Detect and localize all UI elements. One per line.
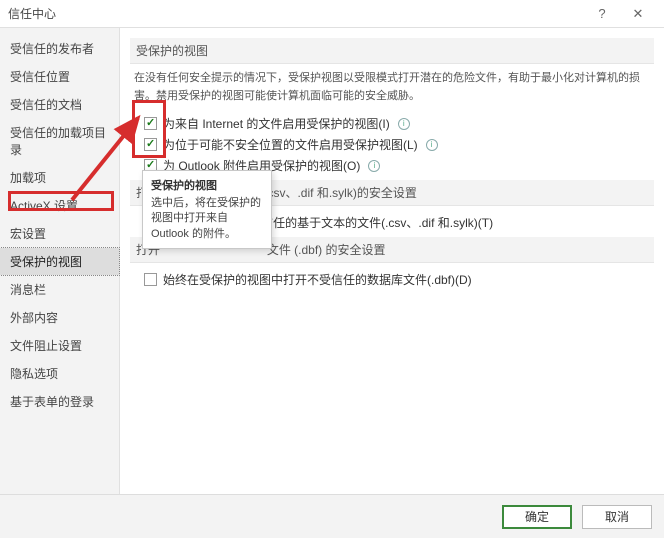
info-icon[interactable]: i xyxy=(426,139,438,151)
ok-button[interactable]: 确定 xyxy=(502,505,572,529)
checkbox-dbf[interactable] xyxy=(144,273,157,286)
sidebar-item-external-content[interactable]: 外部内容 xyxy=(0,304,119,331)
content: 受保护的视图 在没有任何安全提示的情况下，受保护视图以受限模式打开潜在的危险文件… xyxy=(120,28,664,494)
sidebar-item-privacy-options[interactable]: 隐私选项 xyxy=(0,360,119,387)
tooltip: 受保护的视图 选中后，将在受保护的视图中打开来自 Outlook 的附件。 xyxy=(142,170,272,249)
help-button[interactable]: ? xyxy=(584,6,620,21)
sidebar-item-trusted-documents[interactable]: 受信任的文档 xyxy=(0,91,119,118)
checkbox-label: 受信任的基于文本的文件(.csv、.dif 和.sylk)(T) xyxy=(249,214,493,231)
sidebar-item-activex-settings[interactable]: ActiveX 设置 xyxy=(0,192,119,219)
checkbox-label: 为来自 Internet 的文件启用受保护的视图(I) xyxy=(163,115,390,132)
intro-text: 在没有任何安全提示的情况下，受保护视图以受限模式打开潜在的危险文件，有助于最小化… xyxy=(130,70,654,105)
main: 受信任的发布者 受信任位置 受信任的文档 受信任的加载项目录 加载项 Activ… xyxy=(0,28,664,494)
titlebar: 信任中心 ? ✕ xyxy=(0,0,664,28)
sidebar: 受信任的发布者 受信任位置 受信任的文档 受信任的加载项目录 加载项 Activ… xyxy=(0,28,120,494)
checkbox-label: 始终在受保护的视图中打开不受信任的数据库文件(.dbf)(D) xyxy=(163,271,472,288)
checkbox-unsafe-location[interactable] xyxy=(144,138,157,151)
sidebar-item-trusted-locations[interactable]: 受信任位置 xyxy=(0,63,119,90)
sidebar-item-protected-view[interactable]: 受保护的视图 xyxy=(0,248,119,275)
sidebar-item-trusted-publishers[interactable]: 受信任的发布者 xyxy=(0,35,119,62)
sidebar-item-macro-settings[interactable]: 宏设置 xyxy=(0,220,119,247)
heading2-suffix: 的安全设置 xyxy=(357,186,417,200)
sidebar-item-file-block-settings[interactable]: 文件阻止设置 xyxy=(0,332,119,359)
sidebar-item-form-based-signin[interactable]: 基于表单的登录 xyxy=(0,388,119,415)
heading2-filetypes: (.csv、.dif 和.sylk) xyxy=(260,186,357,200)
info-icon[interactable]: i xyxy=(398,118,410,130)
close-button[interactable]: ✕ xyxy=(620,6,656,22)
heading3-text: 文件 (.dbf) 的安全设置 xyxy=(267,243,386,257)
checkbox-label: 为位于可能不安全位置的文件启用受保护视图(L) xyxy=(163,136,418,153)
checkbox-row-internet: 为来自 Internet 的文件启用受保护的视图(I) i xyxy=(130,113,654,134)
checkbox-internet[interactable] xyxy=(144,117,157,130)
window-title: 信任中心 xyxy=(8,5,584,22)
info-icon[interactable]: i xyxy=(368,160,380,172)
cancel-button[interactable]: 取消 xyxy=(582,505,652,529)
footer: 确定 取消 xyxy=(0,494,664,538)
tooltip-title: 受保护的视图 xyxy=(151,177,263,193)
sidebar-item-message-bar[interactable]: 消息栏 xyxy=(0,276,119,303)
section-heading-protected-view: 受保护的视图 xyxy=(130,38,654,64)
checkbox-row-dbf: 始终在受保护的视图中打开不受信任的数据库文件(.dbf)(D) xyxy=(130,269,654,290)
sidebar-item-addins[interactable]: 加载项 xyxy=(0,164,119,191)
sidebar-item-trusted-addin-catalogs[interactable]: 受信任的加载项目录 xyxy=(0,119,119,163)
tooltip-body: 选中后，将在受保护的视图中打开来自 Outlook 的附件。 xyxy=(151,196,263,242)
checkbox-row-unsafe-location: 为位于可能不安全位置的文件启用受保护视图(L) i xyxy=(130,134,654,155)
